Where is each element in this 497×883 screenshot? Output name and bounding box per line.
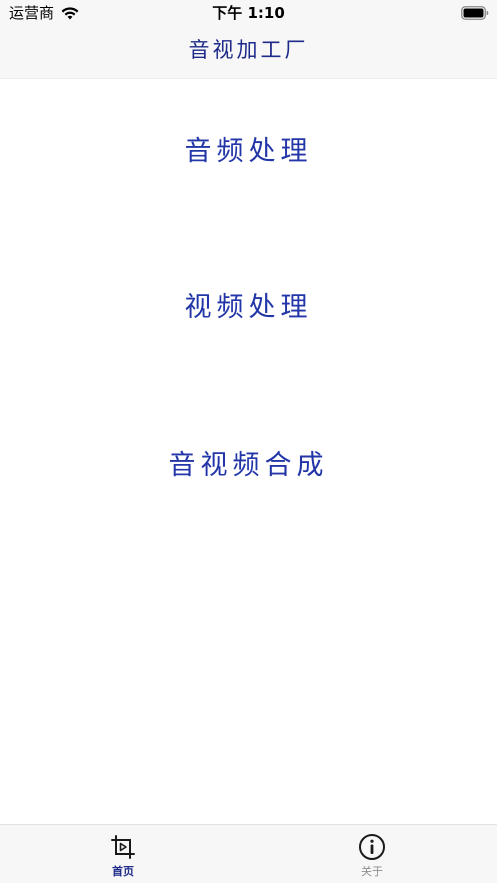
status-time: 下午 1:10 [212, 4, 285, 22]
tab-about-label: 关于 [361, 865, 383, 878]
info-circle-icon [359, 834, 385, 860]
tab-about[interactable]: 关于 [312, 825, 432, 883]
video-processing-button[interactable]: 视频处理 [0, 290, 497, 326]
navigation-bar: 音视加工厂 [0, 26, 497, 79]
audio-video-merge-button[interactable]: 音视频合成 [0, 448, 497, 484]
tab-home-label: 首页 [112, 865, 134, 878]
audio-processing-button[interactable]: 音频处理 [0, 134, 497, 170]
status-bar: 运营商 下午 1:10 [0, 0, 497, 26]
battery-icon [461, 6, 489, 20]
tab-bar: 首页 关于 [0, 824, 497, 883]
page-title: 音视加工厂 [188, 38, 309, 62]
crop-play-icon [111, 835, 135, 859]
tab-home[interactable]: 首页 [63, 825, 183, 883]
